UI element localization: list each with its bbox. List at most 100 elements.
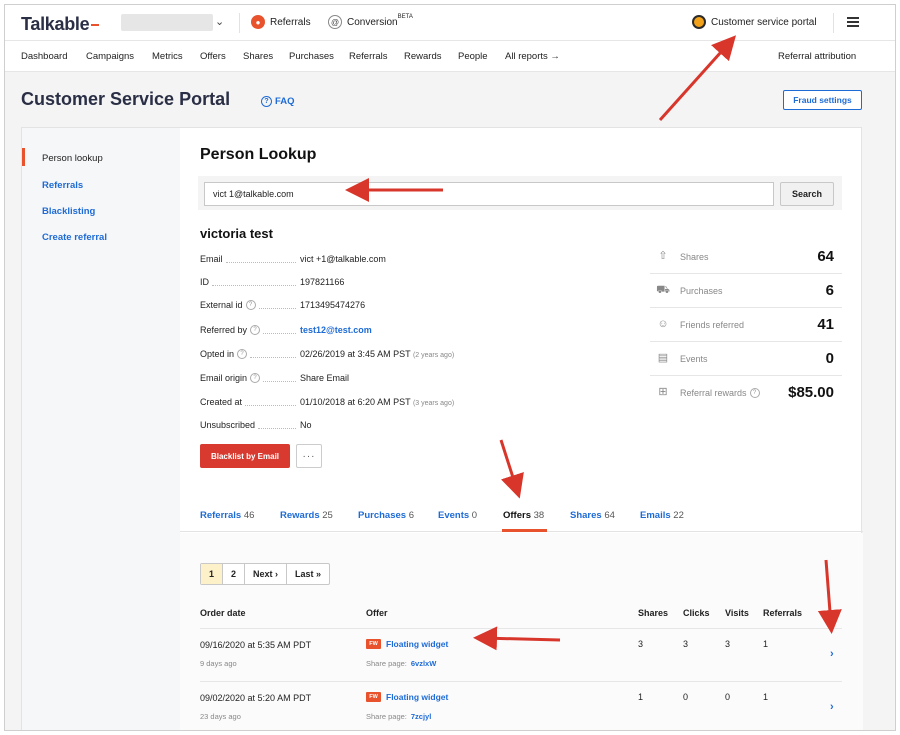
help-icon[interactable]: ? — [245, 300, 256, 310]
nav-item-referral-attribution[interactable]: Referral attribution — [778, 51, 856, 62]
offers-panel: 1 2 Next › Last » Order date Offer Share… — [180, 533, 863, 730]
stat-value: 64 — [817, 248, 834, 265]
faq-link[interactable]: ? FAQ — [261, 96, 295, 107]
visits-count: 3 — [725, 639, 731, 649]
page-1-button[interactable]: 1 — [201, 564, 224, 584]
next-page-button[interactable]: Next › — [245, 564, 288, 584]
sidebar: Person lookup Referrals Blacklisting Cre… — [22, 128, 180, 730]
talkable-logo[interactable]: Talkable — [21, 14, 100, 35]
stat-value: 41 — [817, 316, 834, 333]
search-input[interactable]: vict 1@talkable.com — [204, 182, 774, 206]
gift-icon: ⊞ — [658, 386, 668, 398]
prop-value-created-at: 01/10/2018 at 6:20 AM PST (3 years ago) — [300, 397, 455, 407]
tab-offers[interactable]: Offers 38 — [503, 510, 544, 521]
page-2-button[interactable]: 2 — [223, 564, 246, 584]
nav-item-referrals[interactable]: Referrals — [349, 51, 388, 62]
tab-purchases[interactable]: Purchases 6 — [358, 510, 414, 521]
prop-value-email-origin: Share Email — [300, 373, 350, 383]
referrals-icon: ● — [251, 15, 265, 29]
nav-item-offers[interactable]: Offers — [200, 51, 226, 62]
sidebar-item-referrals[interactable]: Referrals — [42, 180, 83, 191]
sidebar-item-create-referral[interactable]: Create referral — [42, 232, 107, 243]
detail-tabs: Referrals 46 Rewards 25 Purchases 6 Even… — [180, 500, 863, 532]
blacklist-by-email-button[interactable]: Blacklist by Email — [200, 444, 290, 468]
tab-rewards[interactable]: Rewards 25 — [280, 510, 333, 521]
prop-label-email-origin: Email origin? — [200, 373, 296, 383]
offer-link[interactable]: FW Floating widget — [366, 639, 448, 649]
help-icon[interactable]: ? — [250, 373, 261, 383]
nav-item-people[interactable]: People — [458, 51, 488, 62]
col-referrals: Referrals — [763, 608, 803, 618]
at-icon: @ — [328, 15, 342, 29]
stat-referral-rewards: ⊞ Referral rewards? $85.00 — [650, 376, 842, 410]
top-bar: Talkable ⌄ ● Referrals @ ConversionBETA … — [5, 5, 895, 41]
prop-label-created-at: Created at — [200, 397, 296, 407]
help-icon: ? — [261, 96, 272, 107]
shares-count: 1 — [638, 692, 644, 702]
menu-icon[interactable] — [847, 17, 859, 27]
chevron-down-icon[interactable]: ⌄ — [215, 15, 224, 28]
share-page-link[interactable]: 6vzlxW — [411, 659, 436, 668]
share-icon: ⇧ — [658, 250, 668, 262]
help-icon[interactable]: ? — [237, 349, 248, 359]
stat-purchases: ⛟ Purchases 6 — [650, 274, 842, 308]
active-indicator — [22, 148, 25, 166]
stat-label: Friends referred — [680, 320, 745, 330]
tab-shares[interactable]: Shares 64 — [570, 510, 615, 521]
tab-referrals[interactable]: Referrals 46 — [200, 510, 254, 521]
fw-badge-icon: FW — [366, 639, 381, 649]
sidebar-item-person-lookup[interactable]: Person lookup — [42, 153, 103, 164]
events-icon: ▤ — [657, 352, 669, 364]
tab-emails[interactable]: Emails 22 — [640, 510, 684, 521]
prop-label-external-id: External id? — [200, 300, 296, 310]
nav-item-campaigns[interactable]: Campaigns — [86, 51, 134, 62]
share-page-link[interactable]: 7zcjyl — [411, 712, 431, 721]
portal-card: Person lookup Referrals Blacklisting Cre… — [21, 127, 863, 730]
stat-value: $85.00 — [788, 384, 834, 401]
faq-label: FAQ — [275, 96, 295, 107]
customer-service-portal-link[interactable]: Customer service portal — [692, 15, 817, 29]
nav-item-dashboard[interactable]: Dashboard — [21, 51, 67, 62]
offer-link[interactable]: FW Floating widget — [366, 692, 448, 702]
product-conversion[interactable]: @ ConversionBETA — [328, 14, 413, 29]
friends-icon: ☺ — [657, 318, 669, 330]
nav-item-all-reports[interactable]: All reports → — [505, 51, 560, 62]
main-nav: Dashboard Campaigns Metrics Offers Share… — [5, 41, 895, 72]
search-button[interactable]: Search — [780, 182, 834, 206]
col-order-date: Order date — [200, 608, 246, 618]
fraud-settings-button[interactable]: Fraud settings — [783, 90, 862, 110]
prop-label-email: Email — [200, 254, 296, 264]
share-page: Share page: 7zcjyl — [366, 712, 432, 721]
stat-shares: ⇧ Shares 64 — [650, 240, 842, 274]
stat-label: Shares — [680, 252, 709, 262]
prop-label-unsubscribed: Unsubscribed — [200, 420, 296, 430]
nav-item-rewards[interactable]: Rewards — [404, 51, 442, 62]
nav-item-metrics[interactable]: Metrics — [152, 51, 183, 62]
col-offer: Offer — [366, 608, 388, 618]
site-selector[interactable] — [121, 14, 213, 31]
divider — [200, 681, 842, 682]
divider — [833, 13, 834, 33]
help-icon[interactable]: ? — [250, 325, 261, 335]
tab-events[interactable]: Events 0 — [438, 510, 477, 521]
col-visits: Visits — [725, 608, 749, 618]
more-actions-button[interactable]: ··· — [296, 444, 322, 468]
stat-value: 0 — [825, 350, 834, 367]
col-shares: Shares — [638, 608, 669, 618]
last-page-button[interactable]: Last » — [287, 564, 329, 584]
app-window: Talkable ⌄ ● Referrals @ ConversionBETA … — [4, 4, 896, 731]
chevron-right-icon[interactable]: › — [830, 648, 834, 660]
product-referrals[interactable]: ● Referrals — [251, 15, 311, 29]
referred-by-link[interactable]: test12@test.com — [300, 325, 372, 335]
product-referrals-label: Referrals — [270, 16, 311, 28]
shares-count: 3 — [638, 639, 644, 649]
active-tab-indicator — [502, 529, 547, 532]
sidebar-item-blacklisting[interactable]: Blacklisting — [42, 206, 95, 217]
lookup-title: Person Lookup — [200, 146, 317, 163]
help-icon[interactable]: ? — [749, 388, 760, 398]
chevron-right-icon[interactable]: › — [830, 701, 834, 713]
nav-item-shares[interactable]: Shares — [243, 51, 273, 62]
stat-label: Events — [680, 354, 708, 364]
prop-value-id: 197821166 — [300, 277, 345, 287]
nav-item-purchases[interactable]: Purchases — [289, 51, 334, 62]
